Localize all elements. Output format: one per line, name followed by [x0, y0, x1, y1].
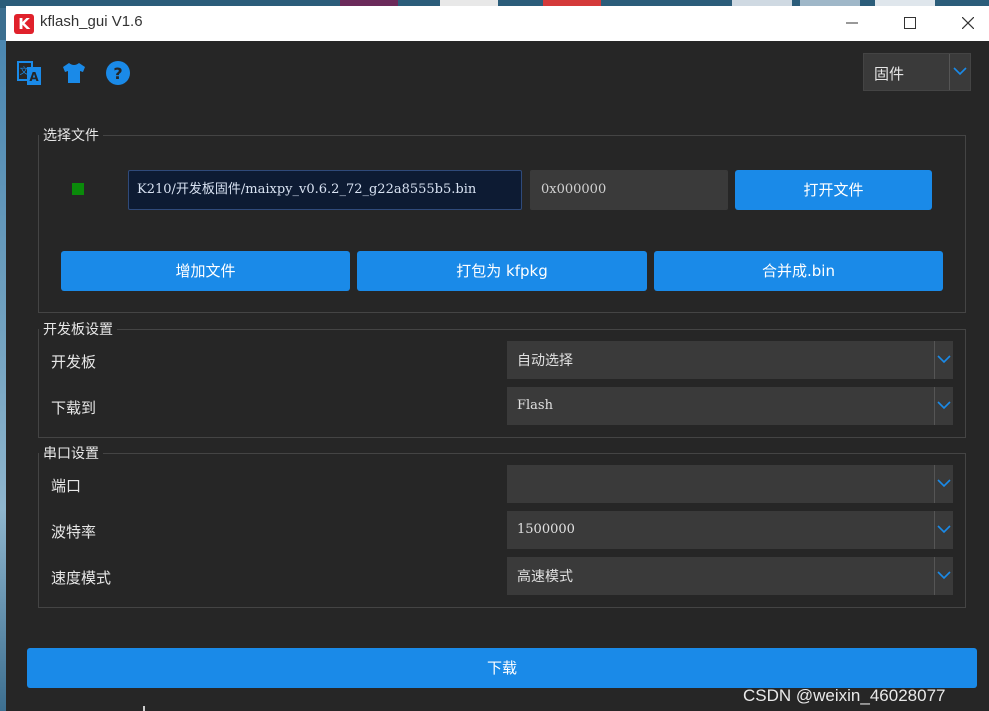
download-to-value: Flash [517, 398, 553, 413]
window-title: kflash_gui V1.6 [40, 13, 143, 30]
address-input[interactable]: 0x000000 [530, 170, 728, 210]
file-path-input[interactable]: K210/开发板固件/maixpy_v0.6.2_72_g22a8555b5.b… [128, 170, 522, 210]
port-label: 端口 [51, 477, 82, 495]
add-file-button[interactable]: 增加文件 [61, 251, 350, 291]
baud-select-value: 1500000 [517, 522, 575, 537]
mode-select-value: 固件 [874, 65, 905, 83]
baud-label: 波特率 [51, 523, 97, 541]
speed-mode-label: 速度模式 [51, 569, 112, 587]
chevron-down-icon[interactable] [934, 511, 953, 549]
svg-text:?: ? [113, 64, 122, 83]
baud-select[interactable]: 1500000 [507, 511, 953, 549]
watermark: CSDN @weixin_46028077 [743, 686, 946, 705]
board-label: 开发板 [51, 353, 97, 371]
download-to-label: 下载到 [51, 399, 97, 417]
app-window: K kflash_gui V1.6 A 文 ? 固件 选择文件 K210/开发板… [6, 6, 989, 711]
port-select[interactable] [507, 465, 953, 503]
mode-select[interactable]: 固件 [863, 53, 971, 91]
chevron-down-icon[interactable] [934, 557, 953, 595]
download-button[interactable]: 下载 [27, 648, 977, 688]
close-button[interactable] [939, 6, 989, 41]
svg-text:A: A [29, 70, 39, 84]
serial-group-title: 串口设置 [39, 443, 103, 463]
board-select[interactable]: 自动选择 [507, 341, 953, 379]
download-to-select[interactable]: Flash [507, 387, 953, 425]
help-icon[interactable]: ? [104, 59, 132, 87]
text-cursor [143, 706, 145, 711]
open-file-button[interactable]: 打开文件 [735, 170, 932, 210]
speed-mode-select[interactable]: 高速模式 [507, 557, 953, 595]
translate-icon[interactable]: A 文 [16, 59, 44, 87]
chevron-down-icon[interactable] [934, 341, 953, 379]
chevron-down-icon[interactable] [934, 465, 953, 503]
speed-mode-value: 高速模式 [517, 569, 573, 585]
title-bar: K kflash_gui V1.6 [6, 6, 989, 41]
app-logo: K [14, 14, 34, 34]
file-group-title: 选择文件 [39, 125, 103, 145]
main-panel: A 文 ? 固件 选择文件 K210/开发板固件/maixpy_v0.6.2_7… [6, 41, 989, 711]
board-select-value: 自动选择 [517, 353, 573, 369]
merge-bin-button[interactable]: 合并成.bin [654, 251, 943, 291]
svg-text:文: 文 [19, 65, 28, 77]
chevron-down-icon[interactable] [934, 387, 953, 425]
theme-shirt-icon[interactable] [60, 59, 88, 87]
chevron-down-icon[interactable] [949, 54, 970, 90]
maximize-button[interactable] [881, 6, 939, 41]
pack-kfpkg-button[interactable]: 打包为 kfpkg [357, 251, 647, 291]
minimize-button[interactable] [823, 6, 881, 41]
status-indicator [72, 183, 84, 195]
board-group-title: 开发板设置 [39, 319, 117, 339]
